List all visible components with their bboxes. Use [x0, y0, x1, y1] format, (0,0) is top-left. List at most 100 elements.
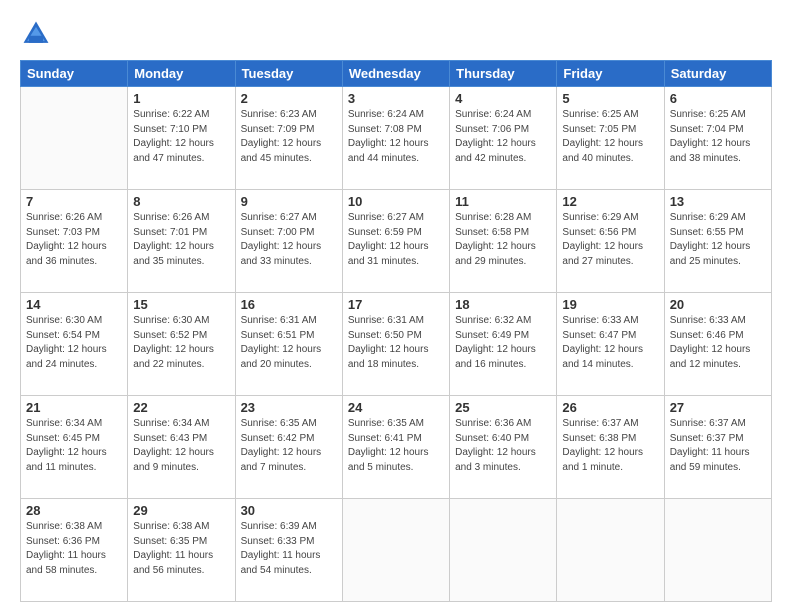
day-info: Sunrise: 6:26 AMSunset: 7:03 PMDaylight:…: [26, 211, 122, 269]
day-number: 27: [670, 400, 766, 415]
day-number: 19: [562, 297, 658, 312]
day-cell: 17 Sunrise: 6:31 AMSunset: 6:50 PMDayligh…: [342, 293, 449, 396]
day-info: Sunrise: 6:35 AMSunset: 6:42 PMDaylight:…: [241, 417, 337, 475]
day-info: Sunrise: 6:23 AMSunset: 7:09 PMDaylight:…: [241, 108, 337, 166]
day-info: Sunrise: 6:31 AMSunset: 6:50 PMDaylight:…: [348, 314, 444, 372]
day-cell: 29 Sunrise: 6:38 AMSunset: 6:35 PMDayligh…: [128, 499, 235, 602]
day-info: Sunrise: 6:34 AMSunset: 6:43 PMDaylight:…: [133, 417, 229, 475]
week-row-2: 7 Sunrise: 6:26 AMSunset: 7:03 PMDaylight…: [21, 190, 772, 293]
logo: [20, 18, 56, 50]
weekday-saturday: Saturday: [664, 61, 771, 87]
day-number: 18: [455, 297, 551, 312]
day-cell: 15 Sunrise: 6:30 AMSunset: 6:52 PMDayligh…: [128, 293, 235, 396]
page: SundayMondayTuesdayWednesdayThursdayFrid…: [0, 0, 792, 612]
day-cell: 6 Sunrise: 6:25 AMSunset: 7:04 PMDaylight…: [664, 87, 771, 190]
day-info: Sunrise: 6:25 AMSunset: 7:04 PMDaylight:…: [670, 108, 766, 166]
day-number: 8: [133, 194, 229, 209]
day-info: Sunrise: 6:33 AMSunset: 6:46 PMDaylight:…: [670, 314, 766, 372]
day-cell: 25 Sunrise: 6:36 AMSunset: 6:40 PMDayligh…: [450, 396, 557, 499]
day-cell: 12 Sunrise: 6:29 AMSunset: 6:56 PMDayligh…: [557, 190, 664, 293]
day-info: Sunrise: 6:35 AMSunset: 6:41 PMDaylight:…: [348, 417, 444, 475]
day-info: Sunrise: 6:37 AMSunset: 6:38 PMDaylight:…: [562, 417, 658, 475]
day-cell: 27 Sunrise: 6:37 AMSunset: 6:37 PMDayligh…: [664, 396, 771, 499]
day-cell: 28 Sunrise: 6:38 AMSunset: 6:36 PMDayligh…: [21, 499, 128, 602]
day-info: Sunrise: 6:37 AMSunset: 6:37 PMDaylight:…: [670, 417, 766, 475]
day-number: 26: [562, 400, 658, 415]
day-info: Sunrise: 6:24 AMSunset: 7:08 PMDaylight:…: [348, 108, 444, 166]
day-number: 15: [133, 297, 229, 312]
day-cell: 19Sunrise: 6:33 AMSunset: 6:47 PMDayligh…: [557, 293, 664, 396]
header: [20, 18, 772, 50]
day-cell: 23 Sunrise: 6:35 AMSunset: 6:42 PMDayligh…: [235, 396, 342, 499]
day-cell: [664, 499, 771, 602]
day-number: 25: [455, 400, 551, 415]
day-cell: 18 Sunrise: 6:32 AMSunset: 6:49 PMDayligh…: [450, 293, 557, 396]
day-cell: 7 Sunrise: 6:26 AMSunset: 7:03 PMDaylight…: [21, 190, 128, 293]
day-cell: 2 Sunrise: 6:23 AMSunset: 7:09 PMDaylight…: [235, 87, 342, 190]
day-number: 4: [455, 91, 551, 106]
weekday-header-row: SundayMondayTuesdayWednesdayThursdayFrid…: [21, 61, 772, 87]
week-row-3: 14Sunrise: 6:30 AMSunset: 6:54 PMDayligh…: [21, 293, 772, 396]
day-number: 22: [133, 400, 229, 415]
day-number: 13: [670, 194, 766, 209]
day-info: Sunrise: 6:22 AMSunset: 7:10 PMDaylight:…: [133, 108, 229, 166]
day-cell: 21 Sunrise: 6:34 AMSunset: 6:45 PMDayligh…: [21, 396, 128, 499]
week-row-1: 1 Sunrise: 6:22 AMSunset: 7:10 PMDaylight…: [21, 87, 772, 190]
day-number: 5: [562, 91, 658, 106]
day-number: 6: [670, 91, 766, 106]
day-cell: 1 Sunrise: 6:22 AMSunset: 7:10 PMDaylight…: [128, 87, 235, 190]
day-cell: 9Sunrise: 6:27 AMSunset: 7:00 PMDaylight…: [235, 190, 342, 293]
day-cell: 30Sunrise: 6:39 AMSunset: 6:33 PMDayligh…: [235, 499, 342, 602]
day-info: Sunrise: 6:38 AMSunset: 6:35 PMDaylight:…: [133, 520, 229, 578]
day-number: 21: [26, 400, 122, 415]
day-number: 17: [348, 297, 444, 312]
weekday-monday: Monday: [128, 61, 235, 87]
day-number: 1: [133, 91, 229, 106]
day-number: 7: [26, 194, 122, 209]
day-cell: 24Sunrise: 6:35 AMSunset: 6:41 PMDayligh…: [342, 396, 449, 499]
day-info: Sunrise: 6:39 AMSunset: 6:33 PMDaylight:…: [241, 520, 337, 578]
day-cell: 4 Sunrise: 6:24 AMSunset: 7:06 PMDaylight…: [450, 87, 557, 190]
week-row-5: 28 Sunrise: 6:38 AMSunset: 6:36 PMDayligh…: [21, 499, 772, 602]
day-cell: [342, 499, 449, 602]
day-info: Sunrise: 6:27 AMSunset: 6:59 PMDaylight:…: [348, 211, 444, 269]
day-number: 28: [26, 503, 122, 518]
day-cell: 26 Sunrise: 6:37 AMSunset: 6:38 PMDayligh…: [557, 396, 664, 499]
day-info: Sunrise: 6:31 AMSunset: 6:51 PMDaylight:…: [241, 314, 337, 372]
day-number: 10: [348, 194, 444, 209]
day-cell: 10 Sunrise: 6:27 AMSunset: 6:59 PMDayligh…: [342, 190, 449, 293]
weekday-wednesday: Wednesday: [342, 61, 449, 87]
day-number: 20: [670, 297, 766, 312]
day-number: 12: [562, 194, 658, 209]
day-cell: 16Sunrise: 6:31 AMSunset: 6:51 PMDayligh…: [235, 293, 342, 396]
day-info: Sunrise: 6:24 AMSunset: 7:06 PMDaylight:…: [455, 108, 551, 166]
day-number: 11: [455, 194, 551, 209]
day-cell: 8 Sunrise: 6:26 AMSunset: 7:01 PMDaylight…: [128, 190, 235, 293]
weekday-friday: Friday: [557, 61, 664, 87]
day-info: Sunrise: 6:28 AMSunset: 6:58 PMDaylight:…: [455, 211, 551, 269]
day-info: Sunrise: 6:34 AMSunset: 6:45 PMDaylight:…: [26, 417, 122, 475]
day-cell: 3 Sunrise: 6:24 AMSunset: 7:08 PMDaylight…: [342, 87, 449, 190]
logo-icon: [20, 18, 52, 50]
weekday-thursday: Thursday: [450, 61, 557, 87]
day-info: Sunrise: 6:30 AMSunset: 6:52 PMDaylight:…: [133, 314, 229, 372]
day-info: Sunrise: 6:36 AMSunset: 6:40 PMDaylight:…: [455, 417, 551, 475]
day-number: 3: [348, 91, 444, 106]
calendar-table: SundayMondayTuesdayWednesdayThursdayFrid…: [20, 60, 772, 602]
day-number: 9: [241, 194, 337, 209]
day-info: Sunrise: 6:30 AMSunset: 6:54 PMDaylight:…: [26, 314, 122, 372]
day-info: Sunrise: 6:29 AMSunset: 6:56 PMDaylight:…: [562, 211, 658, 269]
day-cell: 5Sunrise: 6:25 AMSunset: 7:05 PMDaylight…: [557, 87, 664, 190]
day-cell: [557, 499, 664, 602]
day-number: 2: [241, 91, 337, 106]
day-info: Sunrise: 6:26 AMSunset: 7:01 PMDaylight:…: [133, 211, 229, 269]
day-cell: [450, 499, 557, 602]
day-info: Sunrise: 6:29 AMSunset: 6:55 PMDaylight:…: [670, 211, 766, 269]
day-cell: 11 Sunrise: 6:28 AMSunset: 6:58 PMDayligh…: [450, 190, 557, 293]
day-info: Sunrise: 6:38 AMSunset: 6:36 PMDaylight:…: [26, 520, 122, 578]
day-number: 23: [241, 400, 337, 415]
week-row-4: 21 Sunrise: 6:34 AMSunset: 6:45 PMDayligh…: [21, 396, 772, 499]
day-number: 29: [133, 503, 229, 518]
day-info: Sunrise: 6:32 AMSunset: 6:49 PMDaylight:…: [455, 314, 551, 372]
day-cell: [21, 87, 128, 190]
